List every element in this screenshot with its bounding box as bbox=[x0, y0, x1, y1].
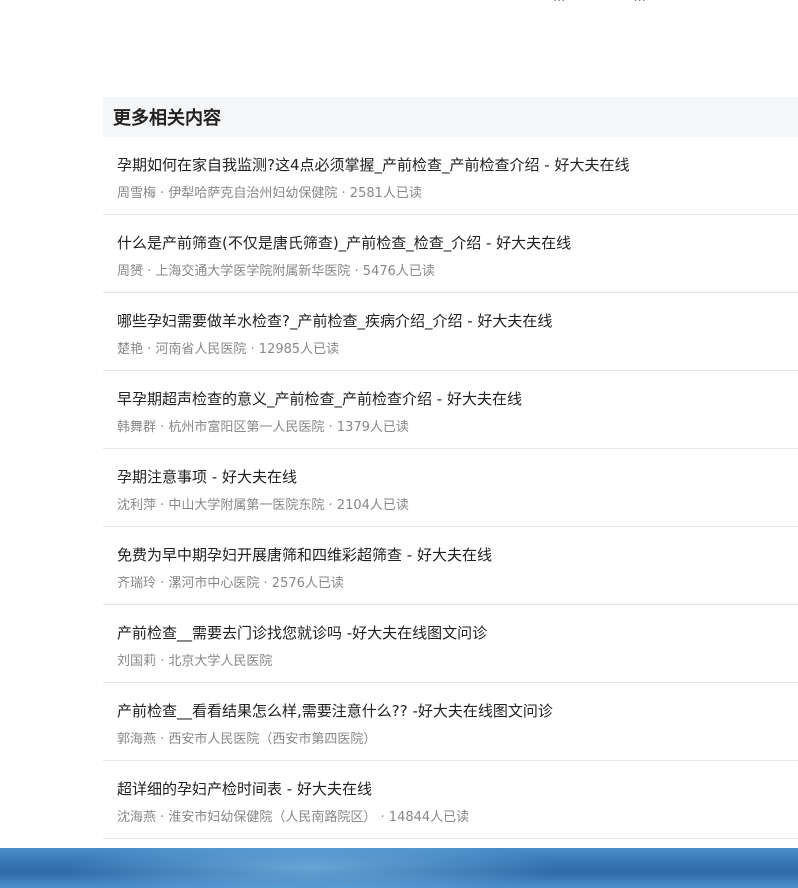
top-clipped-text: ... ... bbox=[553, 0, 710, 4]
related-item-title[interactable]: 产前检查__看看结果怎么样,需要注意什么?? -好大夫在线图文问诊 bbox=[117, 700, 553, 721]
related-item-meta: 刘国莉 · 北京大学人民医院 bbox=[117, 654, 273, 669]
related-item-meta: 楚艳 · 河南省人民医院 · 12985人已读 bbox=[117, 342, 340, 357]
related-item-meta: 齐瑞玲 · 漯河市中心医院 · 2576人已读 bbox=[117, 576, 344, 591]
top-clipped-item: ... bbox=[553, 0, 565, 4]
section-title: 更多相关内容 bbox=[103, 97, 798, 137]
related-list-item[interactable]: 孕期注意事项 - 好大夫在线 沈利萍 · 中山大学附属第一医院东院 · 2104… bbox=[103, 449, 798, 527]
related-list-item[interactable]: 免费为早中期孕妇开展唐筛和四维彩超筛查 - 好大夫在线 齐瑞玲 · 漯河市中心医… bbox=[103, 527, 798, 605]
related-list-item[interactable]: 孕期如何在家自我监测?这4点必须掌握_产前检查_产前检查介绍 - 好大夫在线 周… bbox=[103, 137, 798, 215]
related-list-item[interactable]: 产前检查__需要去门诊找您就诊吗 -好大夫在线图文问诊 刘国莉 · 北京大学人民… bbox=[103, 605, 798, 683]
related-item-title[interactable]: 产前检查__需要去门诊找您就诊吗 -好大夫在线图文问诊 bbox=[117, 622, 487, 643]
os-taskbar[interactable] bbox=[0, 848, 798, 888]
related-item-title[interactable]: 孕期如何在家自我监测?这4点必须掌握_产前检查_产前检查介绍 - 好大夫在线 bbox=[117, 154, 629, 175]
related-list-item[interactable]: 超详细的孕妇产检时间表 - 好大夫在线 沈海燕 · 淮安市妇幼保健院（人民南路院… bbox=[103, 761, 798, 839]
related-list-item[interactable]: 哪些孕妇需要做羊水检查?_产前检查_疾病介绍_介绍 - 好大夫在线 楚艳 · 河… bbox=[103, 293, 798, 371]
related-item-meta: 韩舞群 · 杭州市富阳区第一人民医院 · 1379人已读 bbox=[117, 420, 409, 435]
related-item-meta: 周赟 · 上海交通大学医学院附属新华医院 · 5476人已读 bbox=[117, 264, 435, 279]
related-item-title[interactable]: 孕期注意事项 - 好大夫在线 bbox=[117, 466, 297, 487]
related-list-item[interactable]: 早孕期超声检查的意义_产前检查_产前检查介绍 - 好大夫在线 韩舞群 · 杭州市… bbox=[103, 371, 798, 449]
related-item-title[interactable]: 哪些孕妇需要做羊水检查?_产前检查_疾病介绍_介绍 - 好大夫在线 bbox=[117, 310, 552, 331]
related-list-item[interactable]: 什么是产前筛查(不仅是唐氏筛查)_产前检查_检查_介绍 - 好大夫在线 周赟 ·… bbox=[103, 215, 798, 293]
related-item-title[interactable]: 什么是产前筛查(不仅是唐氏筛查)_产前检查_检查_介绍 - 好大夫在线 bbox=[117, 232, 571, 253]
related-item-meta: 沈利萍 · 中山大学附属第一医院东院 · 2104人已读 bbox=[117, 498, 409, 513]
page: ... ... 更多相关内容 孕期如何在家自我监测?这4点必须掌握_产前检查_产… bbox=[0, 0, 798, 888]
related-item-title[interactable]: 超详细的孕妇产检时间表 - 好大夫在线 bbox=[117, 778, 372, 799]
related-item-meta: 周雪梅 · 伊犁哈萨克自治州妇幼保健院 · 2581人已读 bbox=[117, 186, 422, 201]
related-list-item[interactable]: 产前检查__看看结果怎么样,需要注意什么?? -好大夫在线图文问诊 郭海燕 · … bbox=[103, 683, 798, 761]
related-content-section: 更多相关内容 孕期如何在家自我监测?这4点必须掌握_产前检查_产前检查介绍 - … bbox=[103, 97, 798, 839]
related-item-meta: 郭海燕 · 西安市人民医院（西安市第四医院） bbox=[117, 732, 377, 747]
related-item-title[interactable]: 早孕期超声检查的意义_产前检查_产前检查介绍 - 好大夫在线 bbox=[117, 388, 522, 409]
taskbar-glow bbox=[60, 848, 560, 888]
top-clipped-item: ... bbox=[634, 0, 646, 4]
related-item-meta: 沈海燕 · 淮安市妇幼保健院（人民南路院区） · 14844人已读 bbox=[117, 810, 470, 825]
related-item-title[interactable]: 免费为早中期孕妇开展唐筛和四维彩超筛查 - 好大夫在线 bbox=[117, 544, 492, 565]
